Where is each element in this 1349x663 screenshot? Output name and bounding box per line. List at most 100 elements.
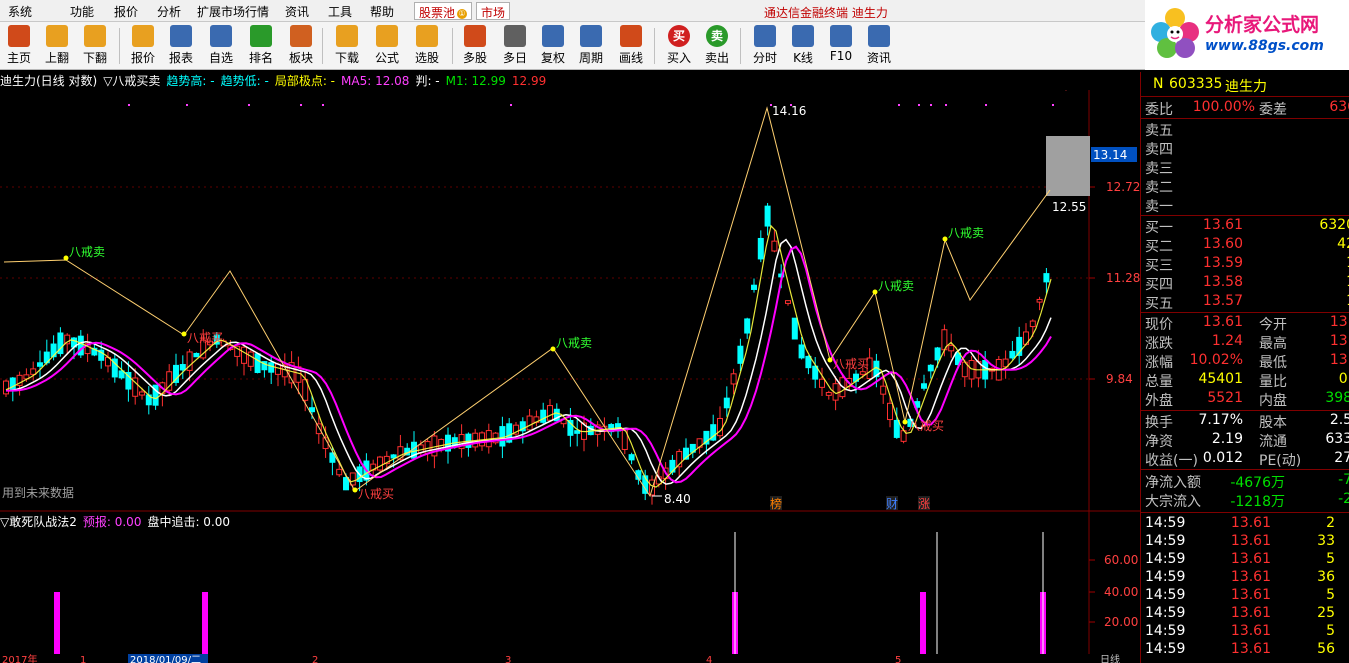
legend-judge: 判: - — [415, 74, 440, 88]
candle-body — [791, 317, 798, 340]
menu-help[interactable]: 帮助 — [370, 3, 394, 20]
candle-body — [30, 368, 37, 375]
toolbar-button-news[interactable]: 资讯 — [862, 25, 896, 67]
tick-price: 13.61 — [1230, 623, 1271, 639]
sell-signal-dot — [550, 346, 556, 352]
flow-row: 大宗流入 -1218万 -20 — [1145, 491, 1349, 510]
menu-analysis[interactable]: 分析 — [157, 3, 181, 20]
toolbar-button-yen[interactable]: 报价 — [126, 25, 160, 67]
sub-axis-label: 20.00 — [1104, 615, 1138, 629]
buy-level-row[interactable]: 买二 13.60 42 — [1145, 236, 1349, 255]
quote-label: 今开 — [1259, 317, 1287, 333]
candle-body — [764, 205, 771, 227]
fundamental-label: 股本 — [1259, 415, 1287, 431]
toolbar-button-buy[interactable]: 买买入 — [662, 25, 696, 67]
toolbar-button-restore[interactable]: 复权 — [536, 25, 570, 67]
candle — [1036, 296, 1043, 311]
tick-volume: 25 — [1317, 605, 1335, 621]
toolbar-button-arrow-down[interactable]: 下翻 — [78, 25, 112, 67]
tick-row: 14:59 13.61 5 — [1145, 623, 1349, 642]
buy-signal-label: 八戒买 — [833, 357, 869, 371]
toolbar-button-stock-pick[interactable]: 选股 — [410, 25, 444, 67]
toolbar-button-ranking[interactable]: 排名 — [244, 25, 278, 67]
sell-level-row[interactable]: 卖四 — [1145, 139, 1349, 158]
toolbar-button-report[interactable]: 报表 — [164, 25, 198, 67]
sell-signal-label: 八戒卖 — [948, 226, 984, 240]
toolbar-button-draw-line[interactable]: 画线 — [614, 25, 648, 67]
menu-extended-market[interactable]: 扩展市场行情 — [197, 3, 269, 20]
sell-level-row[interactable]: 卖五 — [1145, 120, 1349, 139]
candle — [533, 410, 540, 427]
buy-level-label: 买二 — [1145, 239, 1173, 255]
sell-icon: 卖 — [706, 25, 728, 47]
toolbar-button-kline[interactable]: K线 — [786, 25, 820, 67]
candle — [751, 278, 757, 293]
buy-level-row[interactable]: 买五 13.57 1 — [1145, 293, 1349, 312]
quote-value: 13.61 — [1202, 314, 1243, 330]
logo-url[interactable]: www.88gs.com — [1205, 38, 1324, 54]
candle — [111, 353, 118, 383]
tick-volume: 33 — [1317, 533, 1335, 549]
quote-panel: N 603335迪生力委比 100.00%委差 6368 卖五卖四卖三卖二卖一买一 13.… — [1140, 72, 1349, 663]
toolbar-button-download[interactable]: 下载 — [330, 25, 364, 67]
candle — [30, 361, 37, 381]
quote-label: 最高 — [1259, 336, 1287, 352]
candle-body — [893, 419, 900, 438]
sub-indicator-chart[interactable]: 60.00 40.00 20.00 — [0, 512, 1140, 654]
price-axis-label: 9.84 — [1106, 372, 1133, 386]
tab-stockpool[interactable]: 股票池 ① — [414, 2, 473, 20]
f10-icon — [830, 25, 852, 47]
menu-quote[interactable]: 报价 — [114, 3, 138, 20]
sub-indicator-name[interactable]: ▽敢死队战法2 — [0, 515, 77, 529]
tick-volume: 5 — [1326, 623, 1335, 639]
flow-value-secondary: -20 — [1338, 491, 1349, 507]
menu-tools[interactable]: 工具 — [328, 3, 352, 20]
buy-level-row[interactable]: 买三 13.59 1 — [1145, 255, 1349, 274]
legend-intraday-chase: 盘中追击: 0.00 — [147, 515, 231, 529]
indicator-name[interactable]: ▽八戒买卖 — [103, 74, 160, 88]
sell-level-row[interactable]: 卖二 — [1145, 177, 1349, 196]
ma-white-line — [5, 238, 1052, 485]
menu-news[interactable]: 资讯 — [285, 3, 309, 20]
candle-body — [275, 363, 281, 375]
buy-level-row[interactable]: 买一 13.61 6320 — [1145, 217, 1349, 236]
candle — [84, 333, 91, 363]
candle-body — [343, 477, 349, 491]
toolbar-button-formula[interactable]: 公式 — [370, 25, 404, 67]
buy-level-row[interactable]: 买四 13.58 1 — [1145, 274, 1349, 293]
marker-dot — [945, 104, 947, 106]
quote-row: 总量 45401 量比 0.9 — [1145, 371, 1349, 390]
toolbar-button-arrow-up[interactable]: 上翻 — [40, 25, 74, 67]
toolbar-button-label: 报价 — [130, 51, 155, 65]
stock-flag-icon: N — [1153, 76, 1164, 92]
candle-body — [1036, 298, 1043, 303]
toolbar-button-f6[interactable]: 自选 — [204, 25, 238, 67]
candle — [145, 386, 152, 415]
quote-value: 5521 — [1207, 390, 1243, 406]
toolbar-button-label: 分时 — [752, 51, 777, 65]
panel-divider — [1141, 96, 1349, 97]
trend-yellow-line — [5, 224, 1052, 488]
toolbar-button-multi-stock[interactable]: 多股 — [458, 25, 492, 67]
toolbar-button-home[interactable]: 主页 — [2, 25, 36, 67]
candle-body — [247, 351, 254, 367]
toolbar-button-clock[interactable]: 多日 — [498, 25, 532, 67]
tick-row: 14:59 13.61 2 — [1145, 515, 1349, 534]
legend-local-extreme: 局部极点: - — [274, 74, 336, 88]
kline-chart[interactable]: 12.7211.289.8413.14八戒卖八戒卖八戒卖八戒卖八戒买八戒买八戒买… — [0, 90, 1140, 512]
toolbar-button-sell[interactable]: 卖卖出 — [700, 25, 734, 67]
stock-header[interactable]: N 603335 迪生力 — [1145, 76, 1349, 95]
toolbar-button-f10[interactable]: F10 — [824, 25, 858, 67]
toolbar-button-f8[interactable]: 周期 — [574, 25, 608, 67]
fundamental-label: 换手 — [1145, 415, 1173, 431]
marker-dot — [790, 104, 792, 106]
toolbar-button-sector[interactable]: 板块 — [284, 25, 318, 67]
tab-market[interactable]: 市场 — [476, 2, 511, 20]
future-data-note: 用到未来数据 — [2, 486, 75, 500]
sell-level-row[interactable]: 卖一 — [1145, 196, 1349, 215]
commission-row: 委比 100.00%委差 6368 — [1145, 99, 1349, 118]
menu-function[interactable]: 功能 — [70, 3, 94, 20]
sell-level-row[interactable]: 卖三 — [1145, 158, 1349, 177]
toolbar-button-intraday[interactable]: 分时 — [748, 25, 782, 67]
menu-system[interactable]: 系统 — [8, 3, 32, 20]
